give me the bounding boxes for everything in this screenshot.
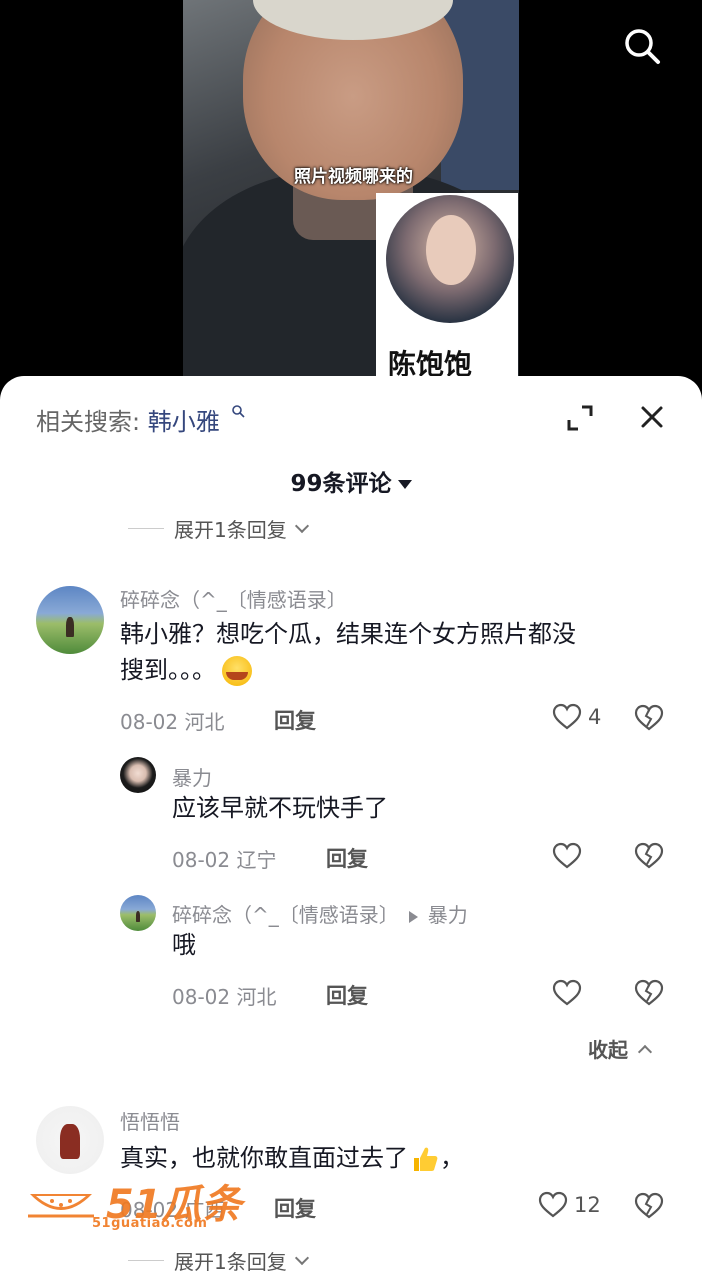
related-search-label: 相关搜索:: [36, 408, 141, 436]
caret-down-icon: [397, 480, 412, 489]
comment-username[interactable]: 悟悟悟: [120, 1106, 180, 1135]
related-search-term[interactable]: 韩小雅: [148, 408, 220, 436]
comment-username[interactable]: 碎碎念（^_〔情感语录〕: [120, 584, 347, 613]
comment-date-location: 08-02 河北: [172, 985, 277, 1009]
search-small-icon: [232, 405, 245, 418]
heart-icon[interactable]: [552, 842, 582, 870]
like-count: 4: [588, 705, 602, 729]
like-button[interactable]: 12: [538, 1191, 601, 1219]
fullscreen-icon[interactable]: [566, 404, 594, 432]
comment-text: 哦: [172, 931, 196, 959]
comment-text-line: 韩小雅？想吃个瓜，结果连个女方照片都没: [120, 620, 576, 648]
avatar[interactable]: [120, 895, 156, 931]
avatar[interactable]: [120, 757, 156, 793]
comment-count[interactable]: 99条评论: [0, 464, 702, 498]
watermark: 51瓜条 51guatiao.com: [26, 1172, 242, 1234]
related-search[interactable]: 相关搜索: 韩小雅: [36, 402, 245, 437]
pip-avatar: [386, 195, 514, 323]
pip-card: 陈饱饱: [376, 193, 518, 400]
broken-heart-icon[interactable]: [634, 704, 664, 732]
comment-text-tail: ，: [440, 1144, 464, 1172]
collapse-replies-button[interactable]: 收起: [588, 1034, 653, 1063]
crying-laugh-emoji: [222, 656, 252, 686]
avatar[interactable]: [36, 1106, 104, 1174]
comment-text: 真实，也就你敢直面过去了 ，: [120, 1140, 464, 1176]
expand-replies-button[interactable]: 展开1条回复: [128, 1246, 309, 1275]
broken-heart-icon[interactable]: [634, 979, 664, 1007]
reply-target-username[interactable]: 暴力: [428, 903, 468, 927]
avatar[interactable]: [36, 586, 104, 654]
like-button[interactable]: 4: [552, 703, 601, 731]
close-icon[interactable]: [637, 402, 667, 432]
heart-icon[interactable]: [552, 979, 582, 1007]
video-caption: 照片视频哪来的: [294, 167, 413, 187]
chevron-up-icon: [637, 1044, 653, 1059]
heart-icon: [538, 1191, 568, 1218]
thumbs-up-emoji: [414, 1147, 438, 1171]
chevron-down-icon: [294, 1250, 309, 1266]
heart-icon: [552, 703, 582, 730]
reply-button[interactable]: 回复: [326, 843, 368, 873]
search-icon[interactable]: [622, 26, 662, 66]
like-count: 12: [574, 1193, 601, 1217]
collapse-label: 收起: [588, 1038, 628, 1062]
comment-count-label: 99条评论: [290, 471, 392, 497]
comment-username-with-reply: 碎碎念（^_〔情感语录〕 暴力: [172, 899, 468, 928]
reply-arrow-icon: [408, 910, 418, 923]
comment-text: 韩小雅？想吃个瓜，结果连个女方照片都没 搜到。。。: [120, 616, 576, 688]
video-area[interactable]: 照片视频哪来的 陈饱饱: [0, 0, 702, 400]
broken-heart-icon[interactable]: [634, 842, 664, 870]
chevron-down-icon: [294, 518, 309, 534]
comment-text-line: 真实，也就你敢直面过去了: [120, 1144, 408, 1172]
reply-button[interactable]: 回复: [274, 1193, 316, 1223]
expand-replies-label: 展开1条回复: [174, 518, 287, 542]
comment-date-location: 08-02 辽宁: [172, 848, 277, 872]
comment-date-location: 08-02 河北: [120, 710, 225, 734]
broken-heart-icon[interactable]: [634, 1192, 664, 1220]
comment-username[interactable]: 碎碎念（^_〔情感语录〕: [172, 903, 399, 927]
watermelon-logo-icon: [28, 1194, 94, 1218]
expand-replies-label: 展开1条回复: [174, 1250, 287, 1274]
comment-text: 应该早就不玩快手了: [172, 794, 388, 822]
divider-line: [128, 1260, 164, 1261]
comment-username[interactable]: 暴力: [172, 762, 212, 791]
comment-text-line: 搜到。。。: [120, 656, 216, 684]
reply-button[interactable]: 回复: [326, 980, 368, 1010]
divider-line: [128, 528, 164, 529]
expand-replies-button[interactable]: 展开1条回复: [128, 514, 309, 543]
watermark-url: 51guatiao.com: [92, 1216, 208, 1231]
reply-button[interactable]: 回复: [274, 705, 316, 735]
